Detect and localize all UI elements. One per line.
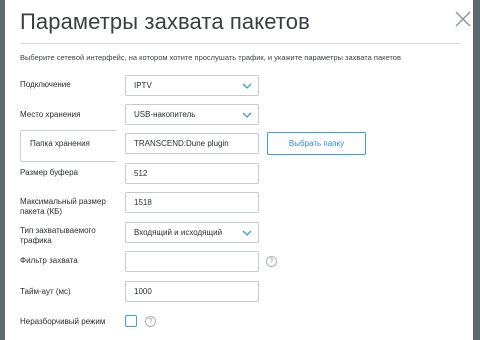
connection-value: IPTV <box>134 81 152 90</box>
max-packet-value: 1518 <box>134 198 152 207</box>
buffer-label: Размер буфера <box>20 168 78 177</box>
traffic-type-value: Входящий и исходящий <box>134 228 223 237</box>
help-icon[interactable]: ? <box>145 316 156 327</box>
choose-folder-button[interactable]: Выбрать папку <box>267 132 366 155</box>
max-packet-label: Максимальный размер пакета (КБ) <box>20 197 106 217</box>
buffer-input[interactable]: 512 <box>125 163 259 184</box>
max-packet-label-line1: Максимальный размер <box>20 197 106 206</box>
traffic-type-label-line2: трафика <box>20 236 52 245</box>
folder-field[interactable]: TRANSCEND:Dune plugin <box>125 133 259 154</box>
max-packet-label-line2: пакета (КБ) <box>20 207 63 216</box>
close-icon[interactable] <box>453 9 473 29</box>
promiscuous-checkbox[interactable] <box>125 315 137 327</box>
connection-label: Подключение <box>20 80 71 89</box>
traffic-type-label-line1: Тип захватываемого <box>20 226 96 235</box>
dialog-subtitle: Выберите сетевой интерфейс, на котором х… <box>20 53 401 62</box>
storage-label: Место хранения <box>20 110 81 119</box>
capture-settings-dialog: Параметры захвата пакетов Выберите сетев… <box>5 0 473 340</box>
buffer-value: 512 <box>134 169 148 178</box>
chevron-down-icon <box>242 112 252 118</box>
promiscuous-label: Неразборчивый режим <box>20 317 106 326</box>
help-icon[interactable]: ? <box>266 256 277 267</box>
timeout-label: Тайм-аут (мс) <box>20 287 71 296</box>
folder-label: Папка хранения <box>30 139 90 148</box>
traffic-type-label: Тип захватываемого трафика <box>20 226 96 246</box>
connection-select[interactable]: IPTV <box>125 75 259 96</box>
title-divider <box>20 43 461 44</box>
folder-value: TRANSCEND:Dune plugin <box>134 139 229 148</box>
chevron-down-icon <box>242 230 252 236</box>
timeout-input[interactable]: 1000 <box>125 281 259 302</box>
storage-select[interactable]: USB-накопитель <box>125 104 259 125</box>
chevron-down-icon <box>242 83 252 89</box>
timeout-value: 1000 <box>134 287 152 296</box>
filter-input[interactable] <box>125 251 259 272</box>
max-packet-input[interactable]: 1518 <box>125 192 259 213</box>
dialog-title: Параметры захвата пакетов <box>20 9 310 34</box>
storage-value: USB-накопитель <box>134 110 196 119</box>
traffic-type-select[interactable]: Входящий и исходящий <box>125 222 259 243</box>
filter-label: Фильтр захвата <box>20 256 78 265</box>
